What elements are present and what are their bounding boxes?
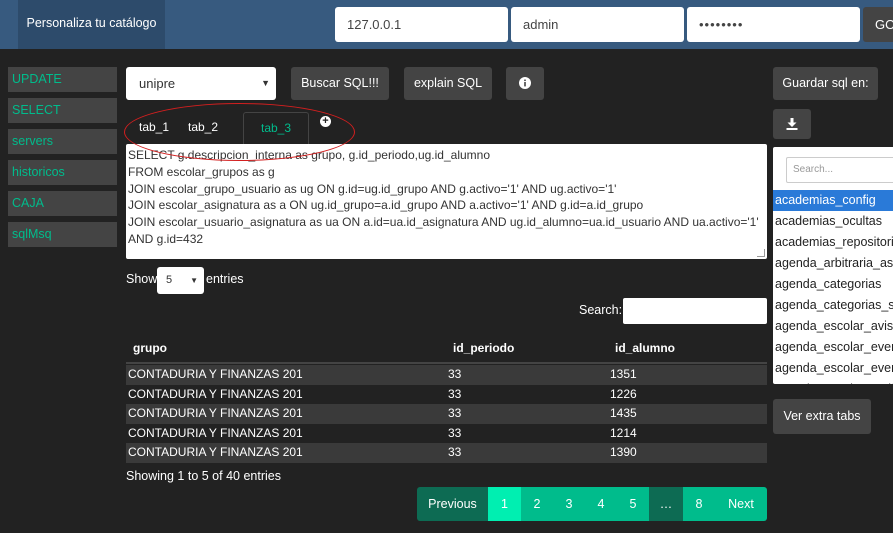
sidebar-item-caja[interactable]: CAJA	[8, 191, 117, 216]
pagination-page-4[interactable]: 4	[585, 487, 617, 521]
table-row: CONTADURIA Y FINANZAS 201 33 1390	[126, 443, 767, 463]
pagination-previous[interactable]: Previous	[417, 487, 488, 521]
database-select-value: unipre	[139, 76, 176, 91]
cell-id-periodo: 33	[448, 386, 462, 401]
pagination-ellipsis: …	[649, 487, 683, 521]
search-label: Search:	[579, 303, 623, 317]
save-sql-button[interactable]: Guardar sql en:	[773, 67, 878, 100]
pagination-page-2[interactable]: 2	[521, 487, 553, 521]
sidebar-item-sqlmsq[interactable]: sqlMsq	[8, 222, 117, 247]
go-button[interactable]: GO	[863, 7, 893, 42]
download-button[interactable]	[773, 109, 811, 139]
list-item[interactable]: academias_repositorio	[773, 232, 893, 253]
cell-id-alumno: 1390	[610, 445, 637, 459]
cell-grupo: CONTADURIA Y FINANZAS 201	[128, 445, 303, 459]
list-item[interactable]: academias_config	[773, 190, 893, 211]
show-label: Show	[126, 272, 158, 286]
saved-sql-search-input[interactable]: Search...	[786, 157, 893, 183]
cell-grupo: CONTADURIA Y FINANZAS 201	[128, 425, 303, 440]
cell-grupo: CONTADURIA Y FINANZAS 201	[128, 367, 303, 381]
annotation-ellipse	[124, 103, 355, 161]
cell-id-periodo: 33	[448, 425, 462, 440]
cell-id-periodo: 33	[448, 367, 462, 381]
extra-tabs-button[interactable]: Ver extra tabs	[773, 399, 871, 434]
column-header-id-alumno[interactable]: id_alumno	[615, 341, 675, 355]
chevron-down-icon: ▼	[261, 78, 270, 88]
brand-link[interactable]: Personaliza tu catálogo	[18, 0, 165, 49]
sql-editor[interactable]: SELECT g.descripcion_interna as grupo, g…	[126, 144, 767, 259]
entries-select-value: 5	[166, 274, 173, 286]
sql-line: JOIN escolar_usuario_asignatura as ua ON…	[128, 215, 759, 230]
info-button[interactable]	[506, 67, 544, 100]
sql-line: JOIN escolar_grupo_usuario as ug ON g.id…	[128, 181, 617, 196]
sql-line: AND g.id=432	[128, 231, 204, 246]
table-row: CONTADURIA Y FINANZAS 201 33 1435	[126, 404, 767, 424]
column-header-id-periodo[interactable]: id_periodo	[453, 341, 514, 355]
cell-id-periodo: 33	[448, 406, 462, 420]
sql-line: JOIN escolar_asignatura as a ON ug.id_gr…	[128, 198, 644, 213]
list-item[interactable]: agenda_escolar_notif	[773, 379, 893, 384]
top-navbar: Personaliza tu catálogo 127.0.0.1 admin …	[0, 0, 893, 49]
pagination-page-1[interactable]: 1	[488, 487, 521, 521]
cell-id-alumno: 1226	[610, 386, 637, 401]
sql-line: FROM escolar_grupos as g	[128, 164, 275, 179]
buscar-sql-button[interactable]: Buscar SQL!!!	[291, 67, 389, 100]
table-row: CONTADURIA Y FINANZAS 201 33 1351	[126, 365, 767, 385]
sidebar-item-update[interactable]: UPDATE	[8, 67, 117, 92]
password-input[interactable]: ••••••••	[687, 7, 860, 42]
list-item[interactable]: academias_ocultas	[773, 211, 893, 232]
database-select[interactable]: unipre ▼	[126, 67, 276, 100]
sidebar-item-historicos[interactable]: historicos	[8, 160, 117, 185]
table-row: CONTADURIA Y FINANZAS 201 33 1226	[126, 385, 767, 405]
download-icon	[786, 118, 798, 130]
cell-grupo: CONTADURIA Y FINANZAS 201	[128, 406, 303, 420]
resize-handle[interactable]	[757, 249, 765, 257]
info-circle-icon	[519, 77, 531, 89]
table-search-input[interactable]	[623, 298, 767, 324]
list-item[interactable]: agenda_escolar_event.	[773, 358, 893, 379]
cell-id-periodo: 33	[448, 445, 462, 459]
explain-sql-button[interactable]: explain SQL	[404, 67, 492, 100]
list-item[interactable]: agenda_categorias	[773, 274, 893, 295]
cell-grupo: CONTADURIA Y FINANZAS 201	[128, 386, 303, 401]
pagination-next[interactable]: Next	[715, 487, 767, 521]
chevron-down-icon: ▼	[190, 276, 198, 285]
list-item[interactable]: agenda_categorias_sec	[773, 295, 893, 316]
sidebar-item-servers[interactable]: servers	[8, 129, 117, 154]
list-item[interactable]: agenda_escolar_event.	[773, 337, 893, 358]
column-header-grupo[interactable]: grupo	[133, 341, 167, 355]
table-row: CONTADURIA Y FINANZAS 201 33 1214	[126, 424, 767, 444]
header-divider	[126, 362, 767, 364]
cell-id-alumno: 1435	[610, 406, 637, 420]
sidebar-item-select[interactable]: SELECT	[8, 98, 117, 123]
list-item[interactable]: agenda_escolar_aviso_	[773, 316, 893, 337]
cell-id-alumno: 1351	[610, 367, 637, 381]
list-item[interactable]: agenda_arbitraria_asig	[773, 253, 893, 274]
saved-sql-list: Search... academias_config academias_ocu…	[773, 147, 893, 384]
pagination-page-3[interactable]: 3	[553, 487, 585, 521]
pagination-page-5[interactable]: 5	[617, 487, 649, 521]
cell-id-alumno: 1214	[610, 425, 637, 440]
entries-select[interactable]: 5 ▼	[157, 267, 204, 294]
entries-label: entries	[206, 272, 244, 286]
user-input[interactable]: admin	[511, 7, 684, 42]
host-input[interactable]: 127.0.0.1	[335, 7, 508, 42]
pagination-page-8[interactable]: 8	[683, 487, 715, 521]
table-info: Showing 1 to 5 of 40 entries	[126, 469, 281, 483]
